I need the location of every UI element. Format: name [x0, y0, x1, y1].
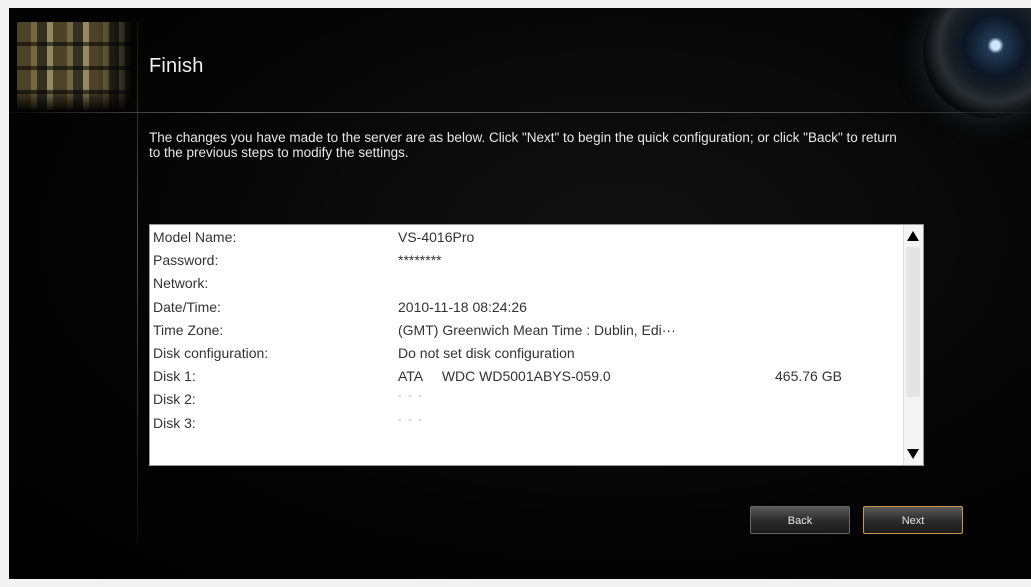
summary-row-network: Network:	[150, 271, 903, 294]
row-value: ATA WDC WD5001ABYS-059.0	[398, 368, 611, 385]
row-value: Do not set disk configuration	[398, 344, 575, 361]
row-label: Disk 1:	[153, 368, 196, 385]
row-value: - - -	[398, 414, 424, 426]
summary-rows: Model Name: VS-4016Pro Password: *******…	[150, 225, 903, 434]
row-value: (GMT) Greenwich Mean Time : Dublin, Edi·…	[398, 321, 676, 338]
row-size: 465.76 GB	[775, 368, 842, 385]
row-value: - - -	[398, 391, 424, 403]
row-label: Password:	[153, 252, 219, 269]
summary-row-model-name: Model Name: VS-4016Pro	[150, 225, 903, 248]
instructions-text: The changes you have made to the server …	[149, 130, 897, 160]
summary-row-time-zone: Time Zone: (GMT) Greenwich Mean Time : D…	[150, 318, 903, 341]
page-title: Finish	[149, 55, 204, 77]
row-label: Network:	[153, 275, 209, 292]
row-label: Date/Time:	[153, 298, 221, 315]
summary-row-disk-3: Disk 3: - - -	[150, 411, 903, 434]
row-value: 2010-11-18 08:24:26	[398, 298, 527, 315]
row-label: Disk 3:	[153, 414, 196, 431]
summary-row-disk-2: Disk 2: - - -	[150, 387, 903, 410]
summary-row-disk-configuration: Disk configuration: Do not set disk conf…	[150, 341, 903, 364]
summary-row-date-time: Date/Time: 2010-11-18 08:24:26	[150, 295, 903, 318]
vertical-divider	[137, 22, 138, 542]
scrollbar-thumb[interactable]	[906, 247, 920, 397]
back-button[interactable]: Back	[750, 506, 850, 534]
row-value: ********	[398, 252, 442, 269]
camera-lens-icon	[923, 8, 1031, 118]
triangle-down-icon[interactable]	[907, 449, 919, 459]
row-label: Disk 2:	[153, 391, 196, 408]
row-label: Model Name:	[153, 229, 237, 245]
horizontal-divider	[9, 112, 1031, 113]
summary-row-disk-1: Disk 1: ATA WDC WD5001ABYS-059.0 465.76 …	[150, 364, 903, 387]
row-label: Disk configuration:	[153, 344, 269, 361]
summary-scrollbar[interactable]	[903, 225, 923, 465]
summary-row-password: Password: ********	[150, 248, 903, 271]
next-button[interactable]: Next	[863, 506, 963, 534]
video-thumbnails-decoration	[17, 22, 131, 110]
row-value: VS-4016Pro	[398, 229, 475, 245]
wizard-screen: Finish The changes you have made to the …	[9, 8, 1031, 579]
triangle-up-icon[interactable]	[907, 231, 919, 241]
row-label: Time Zone:	[153, 321, 224, 338]
settings-summary-list[interactable]: Model Name: VS-4016Pro Password: *******…	[149, 224, 924, 466]
